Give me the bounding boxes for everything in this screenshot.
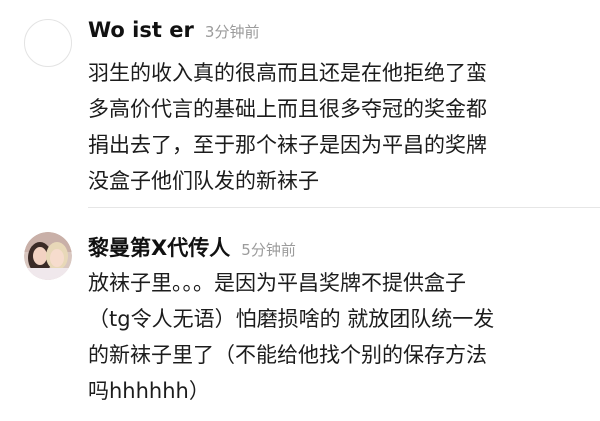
comment-text-line: 没盒子他们队发的新袜子 xyxy=(88,169,319,193)
divider xyxy=(88,207,600,208)
comment-header: Wo ist er 3分钟前 xyxy=(88,18,259,42)
username[interactable]: Wo ist er xyxy=(88,18,194,42)
comment-text: 羽生的收入真的很高而且还是在他拒绝了蛮 多高价代言的基础上而且很多夺冠的奖金都 … xyxy=(88,55,588,199)
comment-header: 黎曼第X代传人 5分钟前 xyxy=(88,232,296,262)
timestamp: 3分钟前 xyxy=(204,23,260,41)
comment-text-line: 捐出去了，至于那个袜子是因为平昌的奖牌 xyxy=(88,133,487,157)
comment-text-line: 放袜子里。。。是因为平昌奖牌不提供盒子 xyxy=(88,271,466,295)
comment-text-line: 羽生的收入真的很高而且还是在他拒绝了蛮 xyxy=(88,61,487,85)
comment-text-line: 多高价代言的基础上而且很多夺冠的奖金都 xyxy=(88,97,487,121)
avatar[interactable] xyxy=(24,232,72,280)
comment-text-line: 的新袜子里了（不能给他找个别的保存方法 xyxy=(88,343,487,367)
avatar[interactable] xyxy=(24,19,72,67)
comment-text-line: 吗hhhhhh） xyxy=(88,379,210,403)
comment-text-line: （tg令人无语）怕磨损啥的 就放团队统一发 xyxy=(88,307,495,331)
comment-text: 放袜子里。。。是因为平昌奖牌不提供盒子 （tg令人无语）怕磨损啥的 就放团队统一… xyxy=(88,265,588,409)
username[interactable]: 黎曼第X代传人 xyxy=(88,236,230,260)
avatar-photo-icon xyxy=(24,232,72,280)
timestamp: 5分钟前 xyxy=(241,241,296,259)
